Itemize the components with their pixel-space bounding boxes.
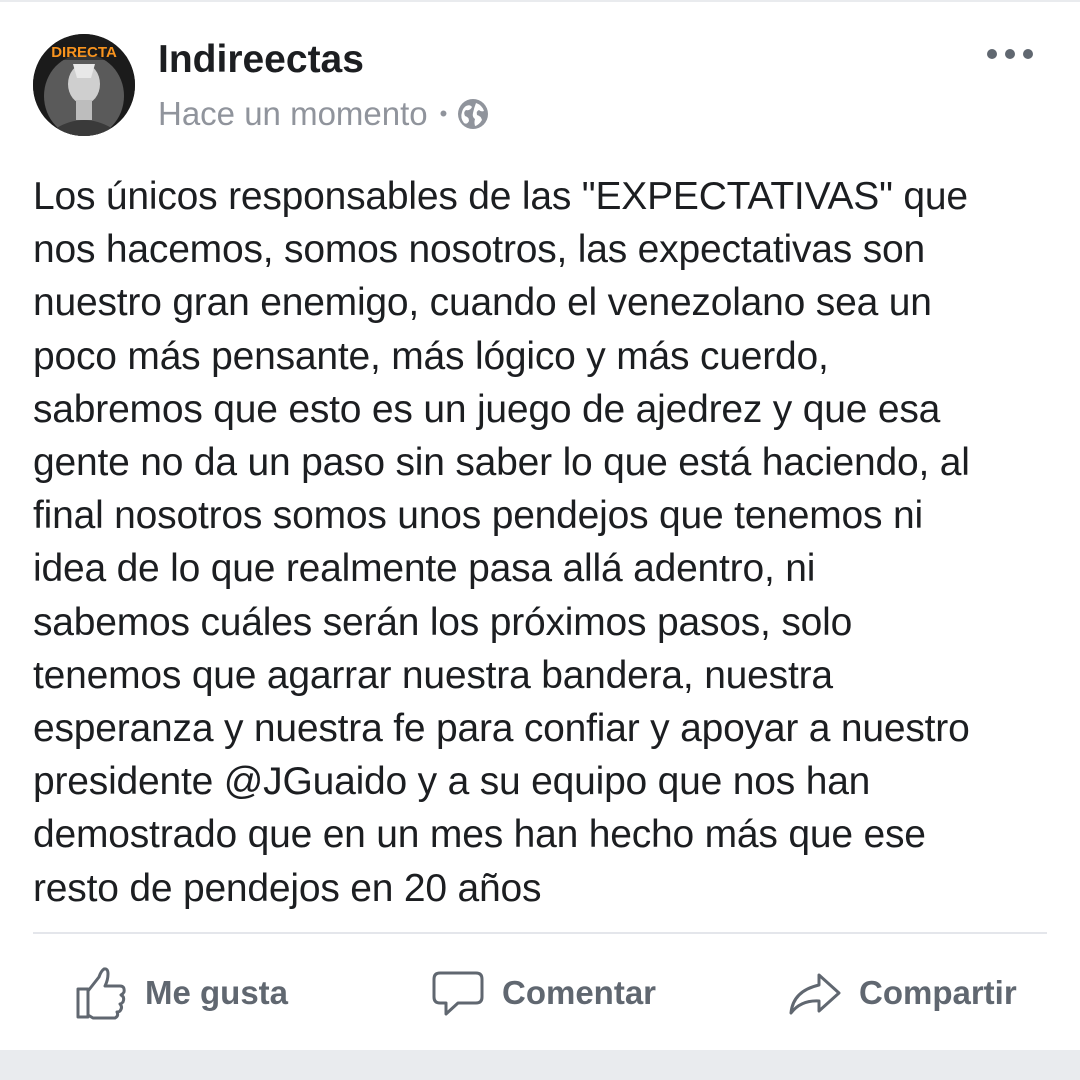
post-text-line: Los únicos responsables de las "EXPECTAT…	[33, 175, 968, 218]
post-text-line: presidente @JGuaido y a su equipo que no…	[33, 760, 871, 804]
post-text-line: nuestro gran enemigo, cuando el venezola…	[33, 281, 932, 325]
post-text-line: sabemos cuáles serán los próximos pasos,…	[33, 600, 853, 644]
post-text-line: demostrado que en un mes han hecho más q…	[33, 813, 926, 857]
meta-separator: •	[439, 101, 448, 126]
share-label: Compartir	[859, 974, 1017, 1011]
post-text-line: poco más pensante, más lógico y más cuer…	[33, 334, 829, 378]
post-text-line: final nosotros somos unos pendejos que t…	[33, 494, 923, 538]
share-icon	[789, 973, 841, 1015]
action-divider	[33, 932, 1047, 934]
avatar-badge-text: DIRECTA	[51, 44, 117, 61]
more-options-icon	[987, 49, 1033, 59]
post-body: Los únicos responsables de las "EXPECTAT…	[33, 170, 1063, 915]
share-button[interactable]: Compartir	[787, 958, 1017, 1028]
more-options-button[interactable]	[980, 34, 1040, 74]
like-button[interactable]: Me gusta	[73, 958, 288, 1028]
post-text-line: tenemos que agarrar nuestra bandera, nue…	[33, 653, 833, 697]
post-meta: Hace un momento •	[158, 93, 489, 135]
like-label: Me gusta	[145, 974, 289, 1011]
feed-separator	[0, 1050, 1080, 1080]
post-text-line: nos hacemos, somos nosotros, las expecta…	[33, 228, 925, 272]
top-border	[0, 0, 1080, 2]
post-text-line: resto de pendejos en 20 años	[33, 866, 542, 910]
post-text-line: esperanza y nuestra fe para confiar y ap…	[33, 707, 970, 751]
post-text-line: idea de lo que realmente pasa allá adent…	[33, 547, 816, 591]
comment-button[interactable]: Comentar	[430, 958, 656, 1028]
avatar-image: DIRECTA	[33, 34, 135, 136]
post-text-line: sabremos que esto es un juego de ajedrez…	[33, 387, 941, 431]
author-name[interactable]: Indireectas	[158, 38, 364, 82]
post-text-line: gente no da un paso sin saber lo que est…	[33, 441, 970, 485]
comment-icon	[432, 971, 484, 1016]
globe-icon[interactable]	[457, 98, 489, 130]
comment-label: Comentar	[502, 974, 657, 1011]
author-avatar[interactable]: DIRECTA	[33, 34, 135, 136]
thumbs-up-icon	[76, 967, 126, 1020]
post-card: DIRECTA Indireectas Hace un momento • Lo…	[0, 0, 1080, 1080]
post-timestamp[interactable]: Hace un momento	[158, 95, 428, 133]
